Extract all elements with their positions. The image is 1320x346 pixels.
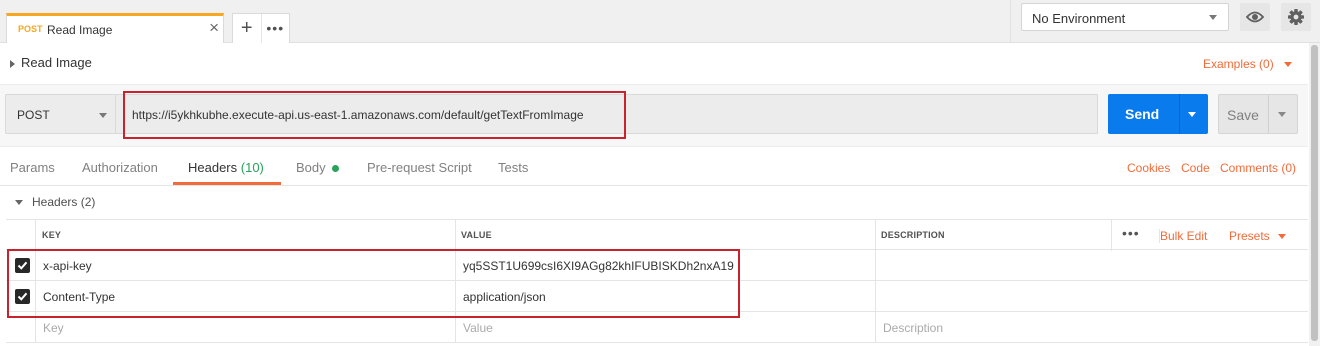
column-description-label: DESCRIPTION [881,230,945,240]
tab-method-badge: POST [18,24,43,34]
new-value-placeholder: Value [463,321,493,335]
bulk-edit-link[interactable]: Bulk Edit [1159,229,1207,243]
chevron-down-icon [1277,234,1286,240]
description-cell[interactable] [875,250,1308,281]
environment-select[interactable]: No Environment [1021,3,1229,31]
row-enabled-checkbox[interactable] [15,258,30,273]
divider [1010,0,1011,42]
key-cell[interactable]: Content-Type [35,281,455,312]
body-indicator-dot [331,165,339,173]
close-tab-icon[interactable]: × [209,19,219,37]
table-row: Content-Type application/json [6,281,1308,312]
divider [1179,94,1180,134]
presets-label: Presets [1229,229,1270,243]
table-row: x-api-key yq5SST1U699csI6XI9AGg82khIFUBI… [6,250,1308,281]
chevron-down-icon [99,113,107,118]
examples-label: Examples (0) [1203,57,1274,71]
headers-section-title: Headers (2) [32,195,96,209]
url-input-value: https://i5ykhkubhe.execute-api.us-east-1… [132,108,584,122]
new-description-placeholder: Description [883,321,944,335]
checkmark-icon [17,292,28,301]
tab-headers-count: (10) [240,160,264,175]
gear-icon [1288,9,1304,25]
description-cell[interactable] [875,281,1308,312]
caret-right-icon [10,59,15,68]
tab-tests[interactable]: Tests [498,160,528,175]
tab-pre-request-script[interactable]: Pre-request Script [367,160,472,175]
active-tab-indicator [173,182,281,185]
tab-body[interactable]: Body [296,160,339,175]
tab-more-icon[interactable]: ••• [262,14,290,43]
request-tab-read-image[interactable]: POST Read Image × [6,13,224,43]
value-value: application/json [463,290,546,304]
presets-dropdown[interactable]: Presets [1229,229,1286,243]
chevron-down-icon [1283,62,1292,68]
tab-authorization[interactable]: Authorization [82,160,158,175]
chevron-down-icon[interactable] [1188,112,1196,117]
column-description: DESCRIPTION [875,220,1111,251]
tab-params[interactable]: Params [10,160,55,175]
send-button-label: Send [1125,106,1160,122]
tab-body-label: Body [296,160,326,175]
code-link[interactable]: Code [1181,161,1210,175]
table-actions: ••• Bulk Edit Presets [1111,220,1308,251]
new-description-input[interactable]: Description [875,312,1308,343]
more-options-icon[interactable]: ••• [1122,225,1140,241]
column-value: VALUE [455,220,875,251]
save-button[interactable]: Save [1218,94,1298,134]
request-name[interactable]: Read Image [10,55,92,70]
column-key: KEY [35,220,455,251]
new-key-placeholder: Key [43,321,64,335]
column-value-label: VALUE [461,230,492,240]
column-key-label: KEY [42,230,62,240]
environment-quick-look-button[interactable] [1240,3,1270,31]
tab-title: Read Image [47,23,113,37]
new-key-input[interactable]: Key [35,312,455,343]
value-cell[interactable]: yq5SST1U699csI6XI9AGg82khIFUBISKDh2nxA19 [455,250,875,281]
chevron-down-icon [15,200,23,206]
url-input[interactable]: https://i5ykhkubhe.execute-api.us-east-1… [116,94,1098,134]
table-header-row: KEY VALUE DESCRIPTION ••• Bulk Edit Pres… [6,219,1308,251]
value-value: yq5SST1U699csI6XI9AGg82khIFUBISKDh2nxA19 [463,259,734,273]
tab-headers[interactable]: Headers (10) [188,160,264,175]
comments-link[interactable]: Comments (0) [1220,161,1296,175]
divider [1268,95,1269,133]
key-value: Content-Type [43,290,116,304]
settings-button[interactable] [1281,3,1311,31]
row-enabled-checkbox[interactable] [15,289,30,304]
eye-icon [1245,11,1265,23]
table-row-new: Key Value Description [6,312,1308,343]
vertical-scrollbar[interactable] [1309,43,1320,346]
cookies-link[interactable]: Cookies [1127,161,1170,175]
new-tab-button[interactable]: + [233,14,262,43]
value-cell[interactable]: application/json [455,281,875,312]
key-cell[interactable]: x-api-key [35,250,455,281]
method-select[interactable]: POST [5,94,116,134]
request-subtabs: Params Authorization Headers (10) Body P… [0,150,1308,186]
chevron-down-icon [1209,15,1217,20]
headers-section-toggle[interactable]: Headers (2) [15,195,95,209]
tab-actions: + ••• [232,13,290,43]
chevron-down-icon[interactable] [1278,112,1286,117]
send-button[interactable]: Send [1108,94,1208,134]
environment-select-value: No Environment [1032,11,1126,26]
examples-dropdown[interactable]: Examples (0) [1203,57,1292,71]
new-value-input[interactable]: Value [455,312,875,343]
method-select-value: POST [17,108,50,122]
tab-headers-label: Headers [188,160,238,175]
save-button-label: Save [1227,107,1259,123]
request-name-text: Read Image [21,55,92,70]
key-value: x-api-key [43,259,92,273]
scrollbar-thumb[interactable] [1311,45,1318,341]
checkmark-icon [17,261,28,270]
